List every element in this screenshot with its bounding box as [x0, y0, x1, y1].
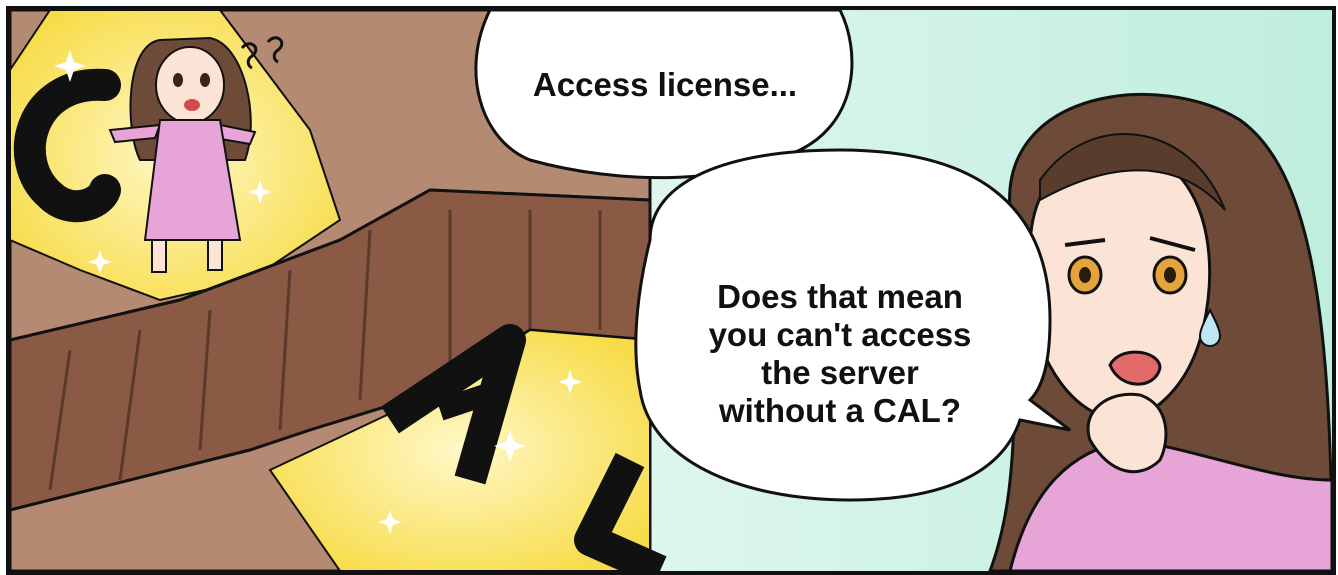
comic-panel: Access license... Does that mean you can… [6, 6, 1336, 575]
speech-bubble-2-text: Does that mean you can't access the serv… [660, 278, 1020, 430]
speech-line: the server [761, 354, 919, 391]
speech-line: you can't access [708, 316, 972, 353]
speech-line: without a CAL? [719, 392, 961, 429]
speech-line: Does that mean [717, 278, 963, 315]
speech-bubble-1-text: Access license... [532, 66, 798, 103]
